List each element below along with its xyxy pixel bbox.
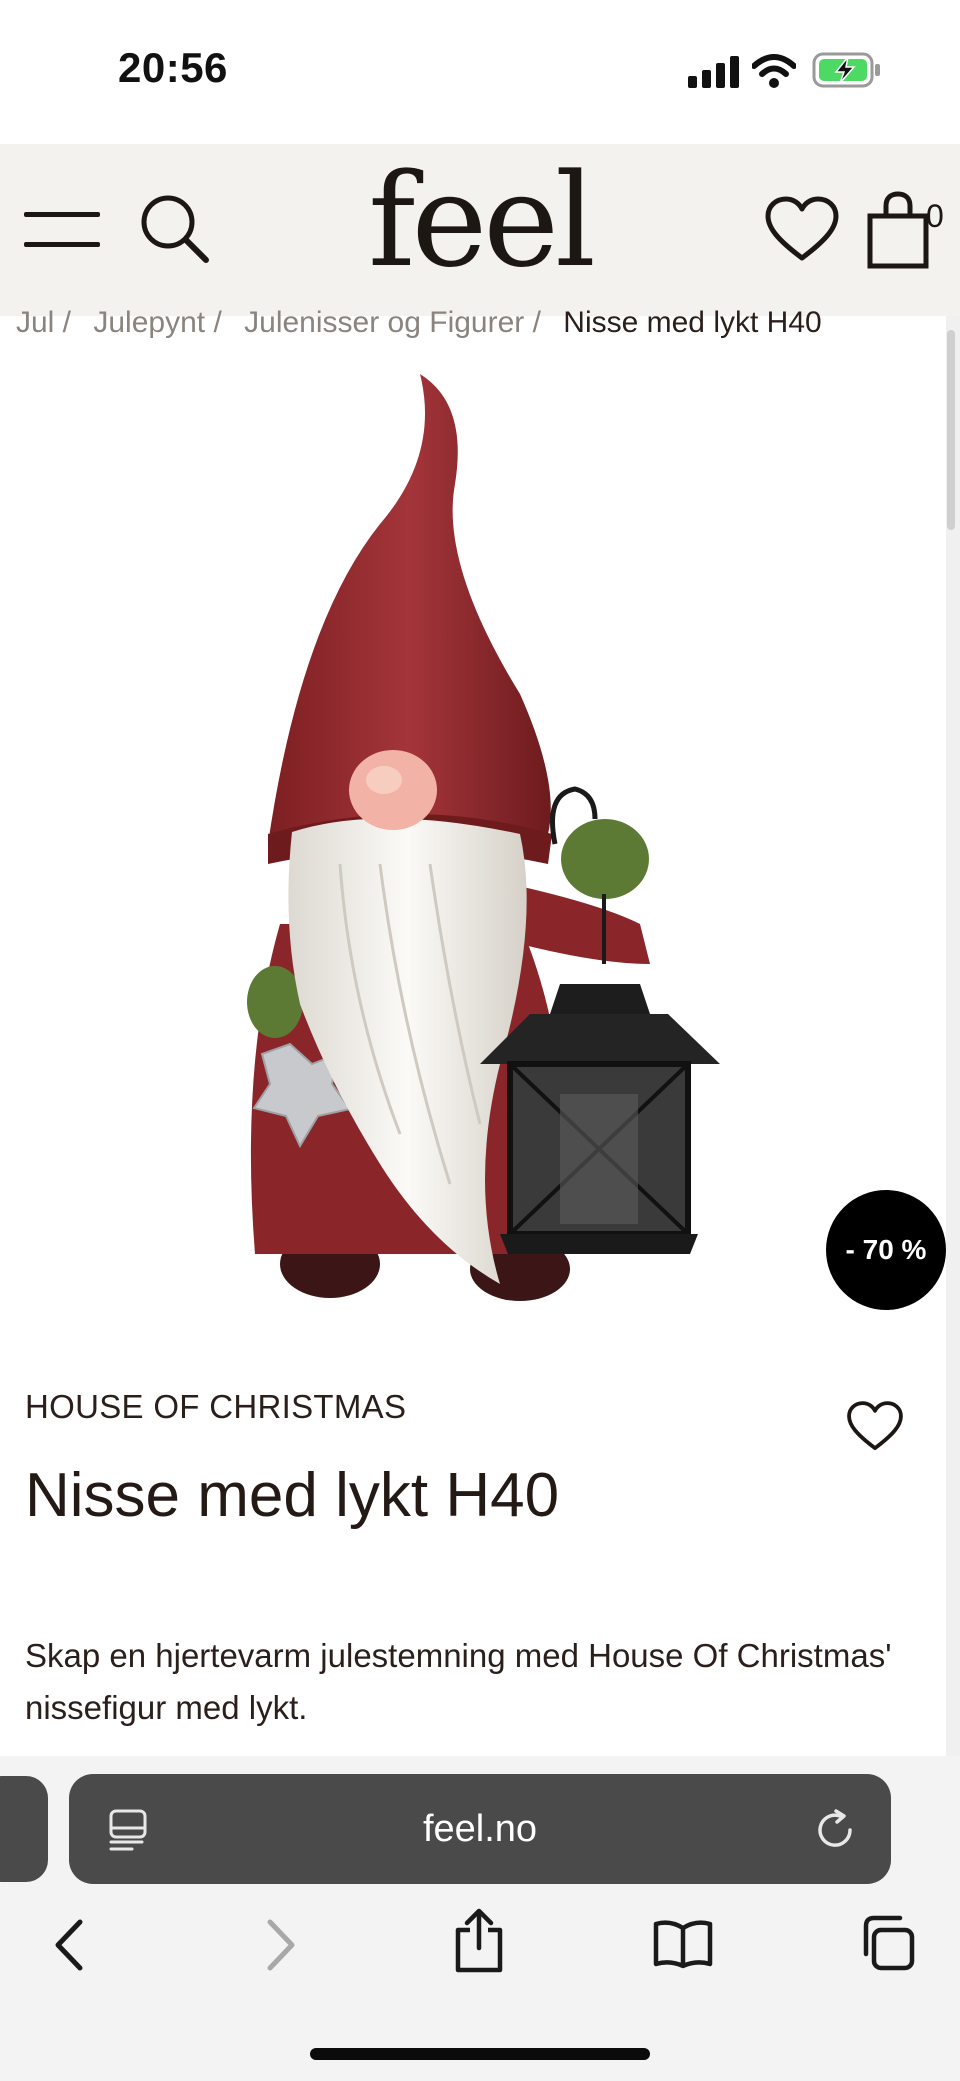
product-brand[interactable]: HOUSE OF CHRISTMAS bbox=[25, 1388, 406, 1426]
breadcrumb-item-current: Nisse med lykt H40 bbox=[563, 306, 822, 339]
wishlist-heart-icon[interactable] bbox=[846, 1400, 904, 1452]
previous-tab-preview[interactable] bbox=[0, 1776, 48, 1882]
scrollbar-track[interactable] bbox=[946, 316, 960, 1756]
address-bar-url[interactable]: feel.no bbox=[69, 1774, 891, 1884]
breadcrumb-item-jul[interactable]: Jul / bbox=[16, 306, 71, 339]
back-icon[interactable] bbox=[52, 1918, 88, 1972]
forward-icon[interactable] bbox=[262, 1918, 298, 1972]
reader-icon[interactable] bbox=[108, 1808, 150, 1852]
breadcrumb: Jul / Julepynt / Julenisser og Figurer /… bbox=[16, 306, 960, 342]
cart-icon[interactable] bbox=[864, 190, 934, 270]
product-image bbox=[247, 374, 720, 1301]
battery-charging-icon bbox=[812, 52, 880, 88]
bookmarks-icon[interactable] bbox=[652, 1918, 714, 1970]
product-description: Skap en hjertevarm julestemning med Hous… bbox=[25, 1637, 892, 1726]
product-image-container[interactable] bbox=[0, 364, 946, 1322]
breadcrumb-item-julenisser[interactable]: Julenisser og Figurer / bbox=[244, 306, 541, 339]
status-time: 20:56 bbox=[118, 44, 228, 91]
cart-count: 0 bbox=[926, 198, 944, 234]
share-icon[interactable] bbox=[452, 1908, 506, 1974]
heart-icon[interactable] bbox=[764, 196, 840, 262]
breadcrumb-item-julepynt[interactable]: Julepynt / bbox=[93, 306, 221, 339]
discount-badge: - 70 % bbox=[826, 1190, 946, 1310]
reload-icon[interactable] bbox=[814, 1808, 858, 1852]
product-title: Nisse med lykt H40 bbox=[25, 1461, 560, 1530]
wifi-icon bbox=[752, 54, 796, 88]
scrollbar-thumb[interactable] bbox=[947, 330, 955, 530]
tabs-icon[interactable] bbox=[858, 1914, 916, 1972]
signal-icon bbox=[688, 56, 739, 88]
home-indicator[interactable] bbox=[310, 2048, 650, 2060]
